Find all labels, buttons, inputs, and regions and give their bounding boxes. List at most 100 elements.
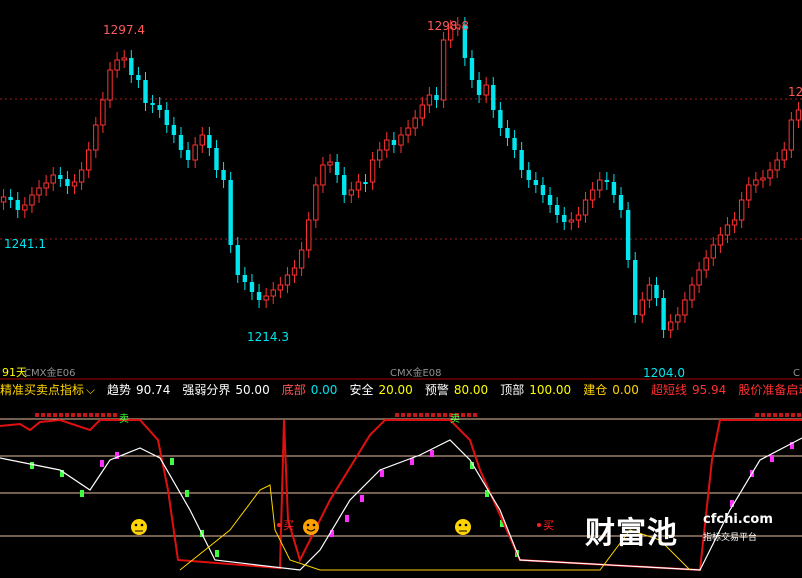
indicator-param-label: 趋势 (106, 383, 131, 397)
candle-body (107, 69, 113, 101)
top-zone-marker (113, 413, 117, 417)
candle-body (114, 59, 120, 71)
indicator-bar (360, 495, 364, 502)
indicator-param-1: 强弱分界 50.00 (182, 383, 277, 397)
candle-body (242, 275, 248, 282)
candle-body (498, 110, 503, 128)
candle-body (8, 197, 13, 200)
candle-body (65, 179, 70, 186)
indicator-param-value: 20.00 (378, 383, 413, 397)
top-zone-marker (101, 413, 105, 417)
candle-body (298, 249, 305, 269)
candle-body (398, 134, 404, 146)
low-label-2: 1214.3 (247, 330, 289, 344)
indicator-param-value: 100.00 (529, 383, 572, 397)
candle-body (100, 99, 106, 126)
indicator-bar (100, 460, 104, 467)
candle-body (667, 321, 674, 331)
top-zone-marker (419, 413, 423, 417)
indicator-param-value: 0.00 (612, 383, 639, 397)
candle-body (675, 314, 681, 323)
candle-body (71, 181, 78, 187)
candle-body (788, 119, 795, 151)
candle-body (597, 179, 603, 191)
top-zone-marker (47, 413, 51, 417)
buy-signal-label-2: 买 (543, 519, 554, 532)
candle-body (405, 127, 411, 136)
candle-body (143, 80, 148, 103)
top-zone-marker (395, 413, 399, 417)
candle-body (270, 289, 276, 297)
candle-body (533, 180, 539, 185)
candle-body (512, 138, 517, 150)
contract-label-2: CMX金E08 (390, 366, 442, 379)
price-candlestick-chart[interactable]: 1297.4 1298.8 12 1241.1 1214.3 1204.0 91… (0, 0, 802, 380)
price-chart-panel[interactable]: 1297.4 1298.8 12 1241.1 1214.3 1204.0 91… (0, 0, 802, 380)
high-label-2: 1298.8 (427, 19, 469, 33)
candle-body (469, 58, 475, 80)
indicator-param-6: 建仓 0.00 (583, 383, 647, 397)
indicator-bar (30, 462, 34, 469)
top-zone-marker (443, 413, 447, 417)
candle-body (327, 161, 333, 166)
candle-body (562, 215, 567, 222)
indicator-param-label: 安全 (349, 383, 374, 397)
candle-body (235, 245, 240, 275)
candle-body (284, 274, 291, 286)
indicator-bar (770, 455, 774, 462)
candle-body (36, 187, 42, 196)
top-zone-marker (461, 413, 465, 417)
candle-body (355, 181, 362, 191)
contract-label-1: CMX金E06 (24, 366, 76, 379)
top-zone-marker (431, 413, 435, 417)
candle-body (654, 285, 659, 298)
indicator-params: 趋势 90.74 强弱分界 50.00 底部 0.00 安全 20.00 预警 80.00 顶部 10… (107, 383, 802, 397)
top-zone-marker (773, 413, 777, 417)
candle-body (178, 135, 184, 150)
top-zone-marker (413, 413, 417, 417)
top-zone-marker (83, 413, 87, 417)
candle-body (483, 84, 489, 96)
indicator-name-dropdown[interactable]: 精准买卖点指标 ⌵ (0, 383, 99, 397)
candle-body (661, 298, 666, 330)
candle-body (753, 179, 759, 186)
candle-body (746, 184, 752, 201)
sell-signal-label-2: 卖 (450, 413, 460, 425)
top-zone-marker (797, 413, 801, 417)
candle-body (575, 214, 582, 221)
sell-signal-label-1: 卖 (119, 413, 129, 425)
candle-body (249, 282, 255, 292)
top-zone-marker (401, 413, 405, 417)
indicator-bar (80, 490, 84, 497)
chevron-down-icon: ⌵ (86, 383, 96, 397)
candle-body (277, 284, 284, 291)
candle-body (795, 109, 802, 121)
candle-body (689, 284, 695, 301)
low-label-1: 1241.1 (4, 237, 46, 251)
top-zone-marker (65, 413, 69, 417)
buy-signal-dot-1 (277, 523, 281, 527)
candle-body (738, 199, 745, 221)
top-zone-marker (467, 413, 471, 417)
candle-body (129, 58, 134, 75)
candle-body (412, 117, 418, 129)
top-zone-marker (425, 413, 429, 417)
candle-body (320, 164, 326, 186)
indicator-param-label: 股价准备启动 (738, 383, 802, 397)
neutral-face-icon-2 (455, 519, 471, 535)
low-label-3: 1204.0 (643, 366, 685, 380)
indicator-param-2: 底部 0.00 (282, 383, 346, 397)
indicator-param-value: 80.00 (453, 383, 489, 397)
indicator-bar (185, 490, 189, 497)
buy-signal-dot-2 (537, 523, 541, 527)
candle-body (767, 169, 773, 179)
indicator-param-value: 90.74 (135, 383, 171, 397)
watermark-tagline: 指标交易平台 (703, 533, 758, 543)
candle-body (207, 135, 212, 148)
candle-body (526, 170, 531, 180)
top-zone-marker (767, 413, 771, 417)
candle-body (724, 224, 731, 236)
candle-body (717, 234, 724, 246)
candle-body (121, 57, 127, 61)
watermark-url: cfchi.com (703, 512, 773, 527)
